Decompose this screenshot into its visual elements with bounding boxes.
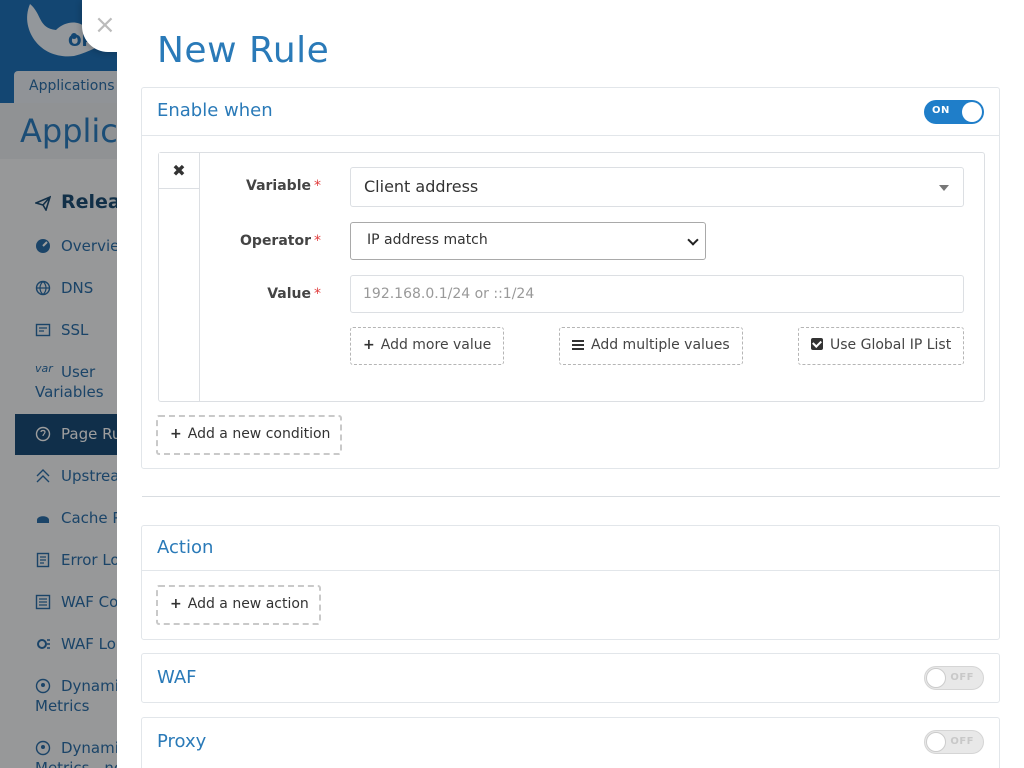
toggle-knob — [926, 732, 946, 752]
use-global-ip-list-button[interactable]: Use Global IP List — [798, 327, 964, 365]
enable-when-header: Enable when ON — [142, 88, 999, 136]
required-mark: * — [314, 286, 321, 302]
condition-box: ✖ Variable * Client address Operator * IP … — [158, 152, 985, 402]
bars-icon — [572, 340, 584, 350]
caret-down-icon — [939, 185, 949, 191]
action-header: Action — [142, 526, 999, 571]
enable-when-title: Enable when — [157, 100, 273, 121]
add-new-action-button[interactable]: + Add a new action — [156, 585, 321, 625]
toggle-knob — [926, 668, 946, 688]
checkbox-icon — [811, 338, 823, 350]
required-mark: * — [314, 233, 321, 249]
chevron-down-icon — [687, 234, 699, 246]
action-title: Action — [157, 537, 214, 558]
proxy-title: Proxy — [157, 731, 207, 752]
add-multiple-values-button[interactable]: Add multiple values — [559, 327, 743, 365]
waf-toggle[interactable]: OFF — [924, 666, 984, 690]
new-rule-drawer: New Rule Enable when ON ✖ Variable * Clie… — [117, 0, 1024, 768]
add-more-value-button[interactable]: + Add more value — [350, 327, 504, 365]
value-label: Value * — [267, 286, 321, 302]
proxy-card: Proxy OFF — [141, 717, 1000, 768]
enable-when-toggle[interactable]: ON — [924, 100, 984, 124]
plus-icon: + — [170, 426, 182, 442]
value-input[interactable]: 192.168.0.1/24 or ::1/24 — [350, 275, 964, 313]
waf-title: WAF — [157, 667, 197, 688]
close-icon: ✖ — [172, 161, 186, 180]
waf-card: WAF OFF — [141, 653, 1000, 703]
enable-when-card: Enable when ON ✖ Variable * Client addres… — [141, 87, 1000, 469]
drawer-title: New Rule — [157, 30, 330, 71]
plus-icon: + — [363, 337, 375, 353]
plus-icon: + — [170, 596, 182, 612]
action-card: Action + Add a new action — [141, 525, 1000, 640]
operator-select[interactable]: IP address match — [350, 222, 706, 260]
toggle-knob — [962, 102, 982, 122]
close-icon: × — [94, 10, 116, 40]
proxy-toggle[interactable]: OFF — [924, 730, 984, 754]
add-new-condition-button[interactable]: + Add a new condition — [156, 415, 342, 455]
remove-condition-button[interactable]: ✖ — [159, 153, 200, 189]
required-mark: * — [314, 178, 321, 194]
operator-label: Operator * — [240, 233, 321, 249]
section-divider — [142, 496, 1000, 497]
variable-label: Variable * — [246, 178, 321, 194]
variable-select[interactable]: Client address — [350, 167, 964, 207]
